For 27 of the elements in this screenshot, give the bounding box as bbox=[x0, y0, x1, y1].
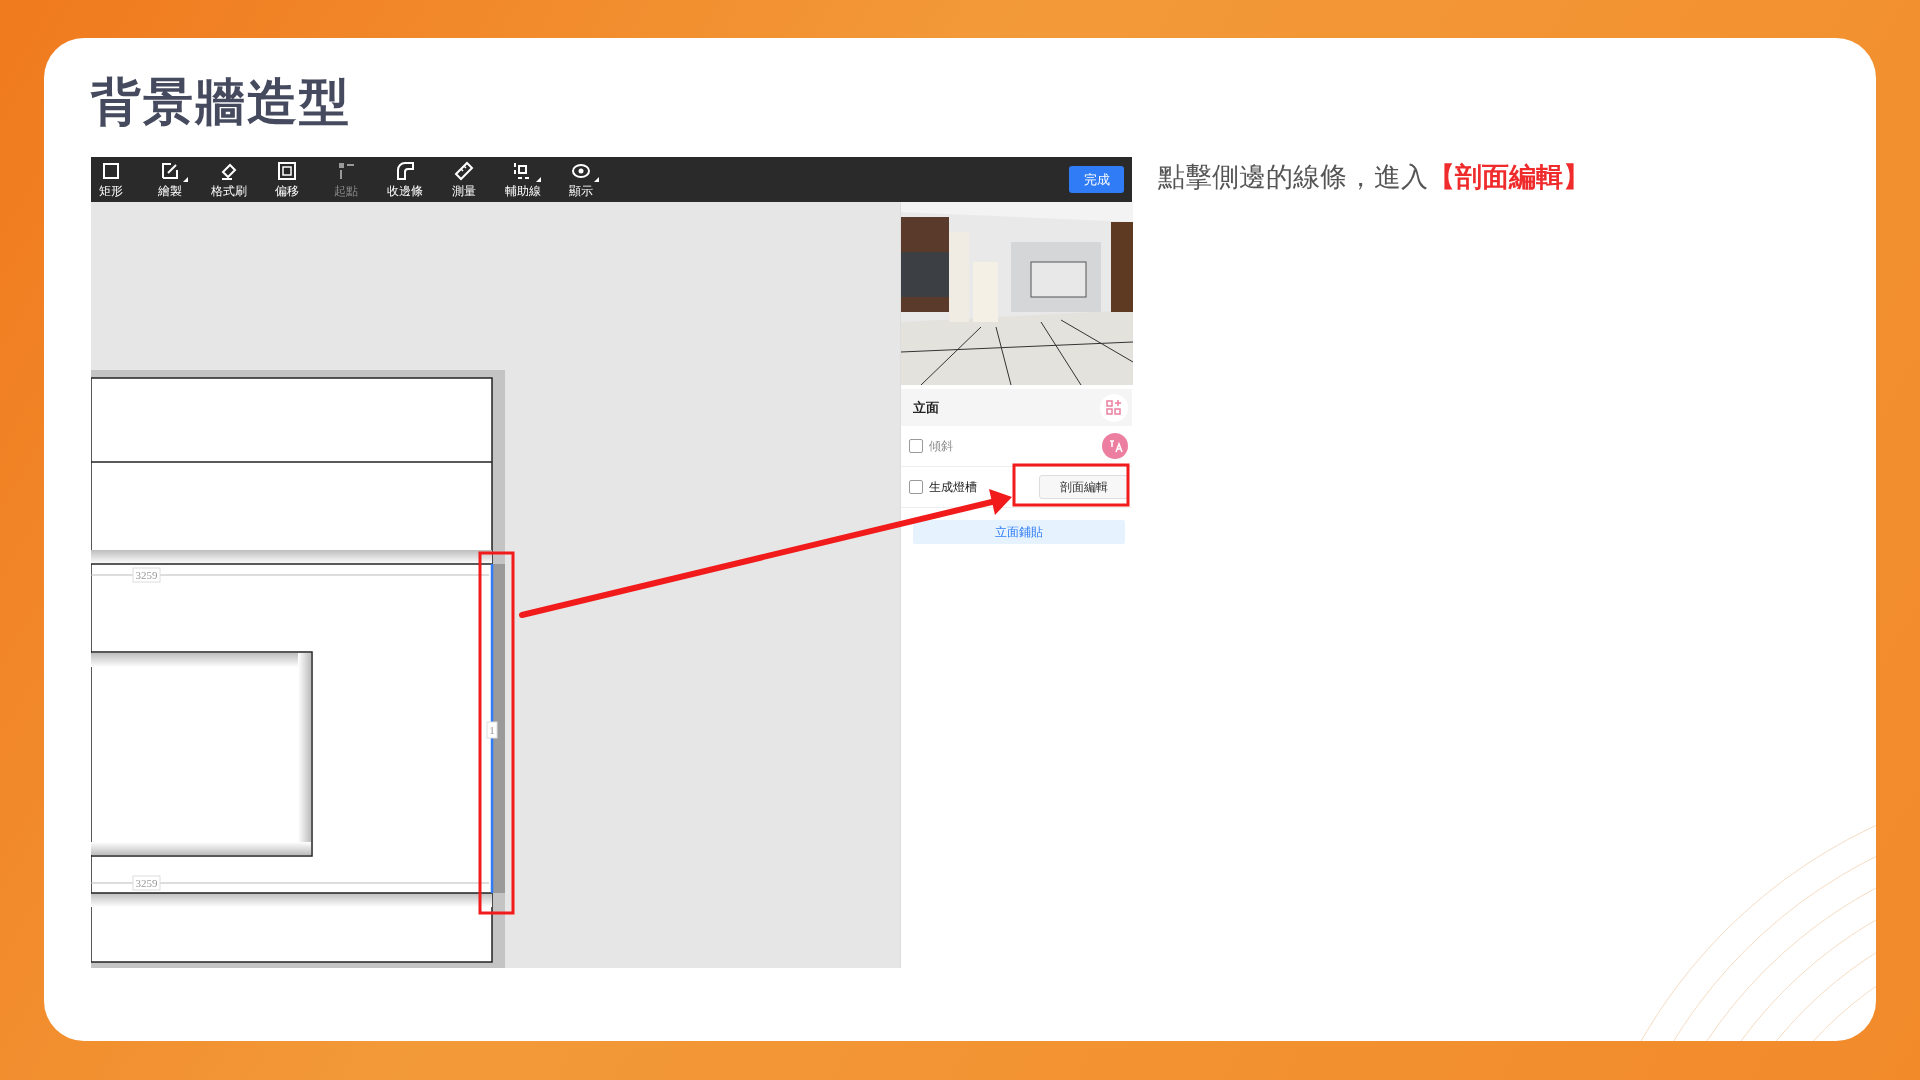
trim-icon bbox=[394, 159, 416, 182]
translate-icon[interactable] bbox=[1101, 432, 1129, 460]
segment-label: 1 bbox=[486, 721, 498, 739]
toolbar-button[interactable]: 測量 bbox=[443, 157, 484, 202]
dimension-label: 3259 bbox=[132, 567, 161, 583]
toolbar-button[interactable]: 繪製 bbox=[149, 157, 190, 202]
toolbar-button[interactable]: 顯示 bbox=[561, 157, 602, 202]
dimension-label: 3259 bbox=[132, 875, 161, 891]
section-title: 立面 bbox=[913, 398, 939, 417]
done-button[interactable]: 完成 bbox=[1069, 166, 1124, 193]
frame-icon bbox=[276, 159, 299, 182]
apps-icon[interactable] bbox=[1100, 393, 1128, 422]
toolbar-button[interactable]: 收邊條 bbox=[385, 157, 425, 202]
slide-title: 背景牆造型 bbox=[91, 72, 351, 132]
checkbox[interactable] bbox=[909, 480, 923, 494]
instruction-text: 點擊側邊的線條，進入 bbox=[1158, 161, 1428, 192]
option-label: 生成燈槽 bbox=[929, 478, 978, 496]
toolbar-button[interactable]: 矩形 bbox=[91, 157, 131, 202]
elevation-tile-button[interactable]: 立面鋪貼 bbox=[913, 520, 1125, 544]
selected-edge-line[interactable] bbox=[490, 564, 494, 893]
section-edit-button[interactable]: 剖面編輯 bbox=[1039, 475, 1129, 499]
ruler-icon bbox=[452, 159, 475, 182]
toolbar-button[interactable]: 輔助線 bbox=[502, 157, 543, 202]
toolbar-button[interactable]: 偏移 bbox=[267, 157, 308, 202]
toolbar-button[interactable]: 格式刷 bbox=[208, 157, 249, 202]
option-label: 傾斜 bbox=[929, 437, 954, 455]
highlighted-term: 【剖面編輯】 bbox=[1428, 161, 1590, 192]
